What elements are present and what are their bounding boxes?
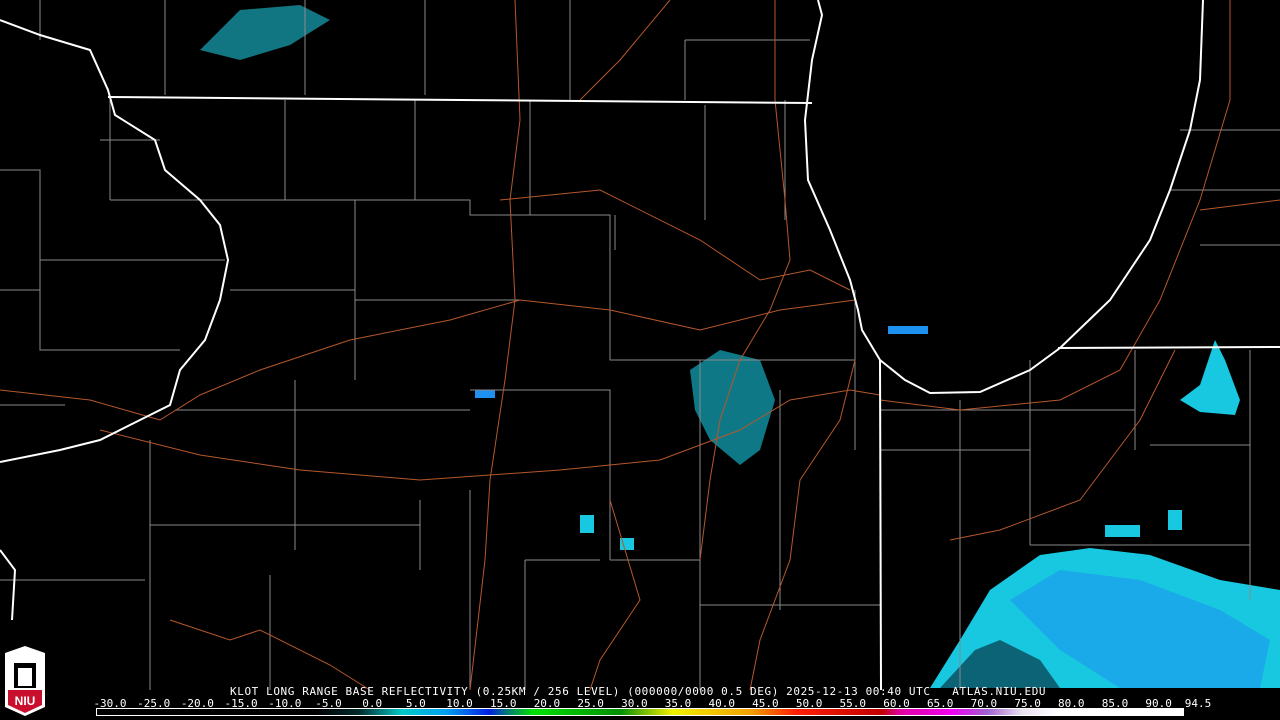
radar-viewer: NIU KLOT LONG RANGE BASE REFLECTIVITY (0… [0,0,1280,720]
echo-cell [475,390,495,398]
lake-michigan-west-shore [803,0,1204,395]
colorbar-tick-label: 94.5 [1184,697,1212,710]
echo-central [690,350,775,465]
radar-echoes [200,5,1280,688]
mississippi-river-border [0,19,230,463]
iowa-border-segment [0,549,17,621]
radar-map [0,0,1280,691]
wisconsin-illinois-border [107,96,813,104]
echo-lake-cell [888,326,928,334]
echo-northwest-streaks [200,5,330,60]
echo-east-cluster [1180,340,1240,415]
indiana-illinois-border [879,359,882,691]
echo-cell [580,515,594,533]
echo-cell [1168,510,1182,530]
indiana-michigan-border [1057,346,1280,349]
echo-cell [1105,525,1140,537]
reflectivity-colorbar [96,708,1184,716]
